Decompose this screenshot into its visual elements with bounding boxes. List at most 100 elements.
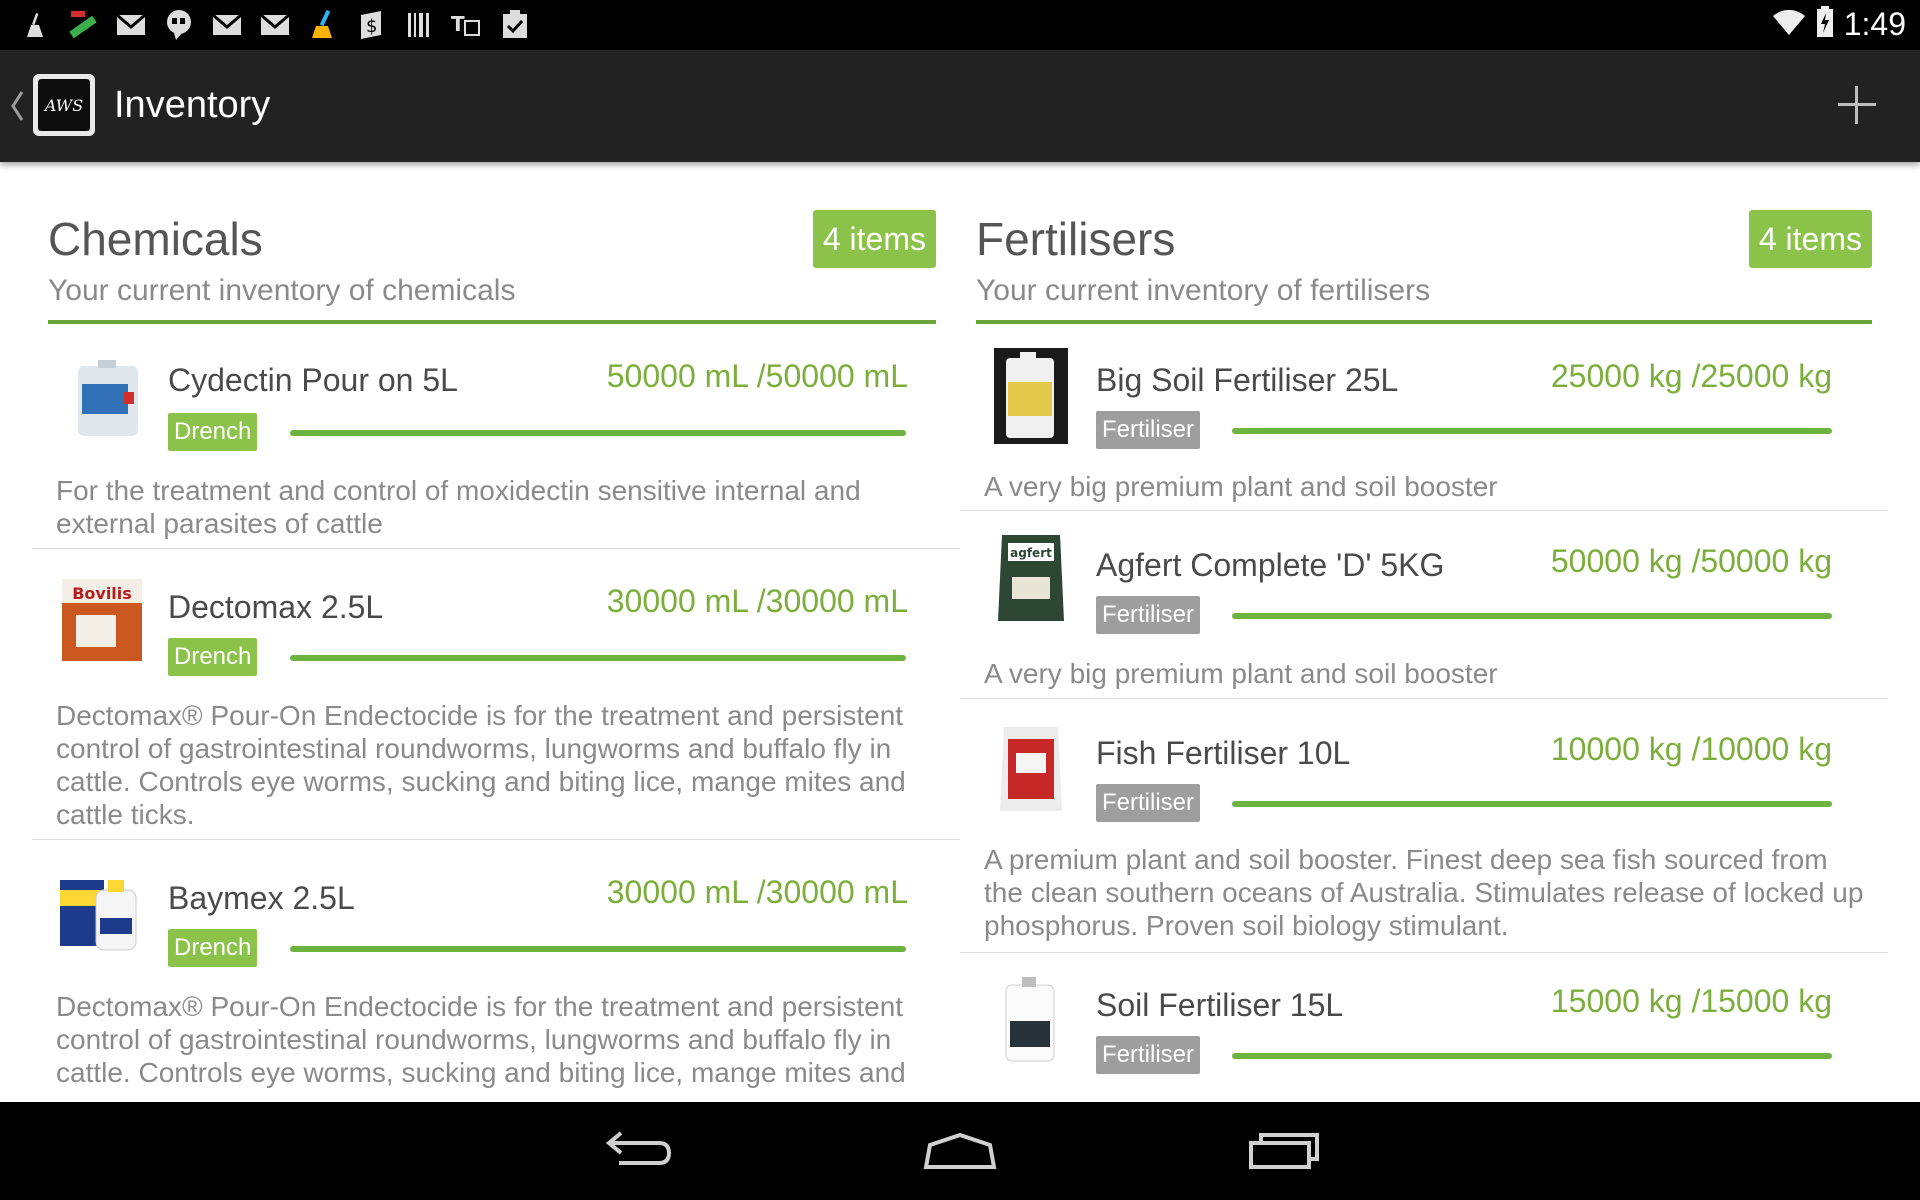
- gmail-icon: [258, 9, 292, 41]
- cleaner-icon: [306, 9, 340, 41]
- gmail-icon: [210, 9, 244, 41]
- clipboard-check-icon: [498, 9, 532, 41]
- item-count-badge: 4 items: [812, 210, 936, 268]
- product-image: agfert: [994, 529, 1068, 625]
- item-description: A premium plant and soil booster. Finest…: [984, 844, 1864, 941]
- stock-progress-fill: [290, 655, 906, 661]
- item-count-badge: 4 items: [1748, 210, 1872, 268]
- stock-progress-fill: [1232, 1053, 1832, 1059]
- section-header: Chemicals Your current inventory of chem…: [32, 162, 960, 324]
- product-image: [56, 870, 146, 966]
- section-title: Fertilisers: [976, 213, 1176, 265]
- action-bar: AWS Inventory: [0, 50, 1920, 162]
- category-tag: Fertiliser: [1096, 596, 1201, 634]
- category-tag: Fertiliser: [1096, 784, 1201, 822]
- item-description: Dectomax® Pour-On Endectocide is for the…: [56, 700, 906, 830]
- chevron-left-icon[interactable]: [8, 88, 26, 124]
- item-quantity: 30000 mL /30000 mL: [606, 583, 908, 619]
- product-image: [994, 719, 1068, 815]
- item-name: Cydectin Pour on 5L: [168, 362, 458, 398]
- item-name: Big Soil Fertiliser 25L: [1096, 362, 1399, 398]
- item-quantity: 50000 mL /50000 mL: [606, 358, 908, 394]
- category-tag: Drench: [168, 929, 258, 967]
- app-logo[interactable]: AWS: [33, 74, 95, 136]
- sweep-icon: [18, 9, 52, 41]
- system-status: 1:49: [1772, 6, 1906, 43]
- inventory-item[interactable]: Cydectin Pour on 5L 50000 mL /50000 mL D…: [32, 324, 960, 549]
- category-tag: Fertiliser: [1096, 1036, 1201, 1074]
- chemicals-section: Chemicals Your current inventory of chem…: [32, 162, 960, 1100]
- stock-progress-fill: [290, 946, 906, 952]
- stock-progress-fill: [290, 430, 906, 436]
- inventory-item[interactable]: Fish Fertiliser 10L 10000 kg /10000 kg F…: [960, 699, 1888, 953]
- app-logo-mark: AWS: [38, 79, 90, 131]
- stock-progress-fill: [1232, 428, 1832, 434]
- stock-progress-bar: [290, 946, 906, 952]
- recents-button[interactable]: [1244, 1124, 1324, 1178]
- inventory-content[interactable]: Chemicals Your current inventory of chem…: [0, 162, 1920, 1102]
- item-description: A very big premium plant and soil booste…: [984, 658, 1498, 689]
- inventory-item[interactable]: Bovilis Dectomax 2.5L 30000 mL /30000 mL…: [32, 549, 960, 840]
- page-title: Inventory: [114, 84, 271, 126]
- section-subtitle: Your current inventory of chemicals: [48, 274, 516, 307]
- battery-icon: [1816, 6, 1834, 43]
- add-icon[interactable]: [1834, 82, 1880, 128]
- hangouts-icon: [162, 9, 196, 41]
- stock-progress-fill: [1232, 801, 1832, 807]
- item-quantity: 10000 kg /10000 kg: [1550, 731, 1832, 767]
- item-quantity: 15000 kg /15000 kg: [1550, 983, 1832, 1019]
- section-subtitle: Your current inventory of fertilisers: [976, 274, 1431, 307]
- stock-progress-bar: [1232, 428, 1832, 434]
- category-tag: Drench: [168, 413, 258, 451]
- product-image: [994, 348, 1068, 444]
- recents-icon: [1249, 1133, 1319, 1169]
- notification-icons: $ T: [18, 9, 532, 41]
- item-description: Dectomax® Pour-On Endectocide is for the…: [56, 991, 906, 1088]
- home-icon: [923, 1132, 997, 1169]
- svg-text:$: $: [366, 16, 377, 37]
- stock-progress-bar: [290, 655, 906, 661]
- fail-app-icon: [66, 9, 100, 41]
- stock-progress-fill: [1232, 613, 1832, 619]
- clock: 1:49: [1843, 6, 1906, 42]
- back-button[interactable]: [596, 1124, 676, 1178]
- product-image: [1000, 975, 1060, 1071]
- inventory-item[interactable]: agfert Agfert Complete 'D' 5KG 50000 kg …: [960, 511, 1888, 699]
- item-name: Soil Fertiliser 15L: [1096, 987, 1344, 1023]
- product-image: [68, 354, 148, 450]
- item-description: For the treatment and control of moxidec…: [56, 475, 861, 539]
- item-quantity: 50000 kg /50000 kg: [1550, 543, 1832, 579]
- item-name: Baymex 2.5L: [168, 880, 355, 916]
- inventory-item[interactable]: Big Soil Fertiliser 25L 25000 kg /25000 …: [960, 324, 1888, 511]
- item-quantity: 25000 kg /25000 kg: [1550, 358, 1832, 394]
- item-quantity: 30000 mL /30000 mL: [606, 874, 908, 910]
- svg-text:agfert: agfert: [1010, 546, 1052, 560]
- barcode-icon: [402, 9, 436, 41]
- wifi-icon: [1772, 8, 1806, 41]
- gmail-icon: [114, 9, 148, 41]
- svg-text:Bovilis: Bovilis: [72, 584, 132, 603]
- item-name: Fish Fertiliser 10L: [1096, 735, 1351, 771]
- inventory-item[interactable]: Baymex 2.5L 30000 mL /30000 mL Drench De…: [32, 840, 960, 1100]
- item-description: A very big premium plant and soil booste…: [984, 471, 1498, 502]
- stock-progress-bar: [1232, 613, 1832, 619]
- stock-progress-bar: [1232, 801, 1832, 807]
- inventory-item[interactable]: Soil Fertiliser 15L 15000 kg /15000 kg F…: [960, 953, 1888, 1102]
- section-title: Chemicals: [48, 213, 263, 265]
- section-header: Fertilisers Your current inventory of fe…: [960, 162, 1888, 324]
- stock-progress-bar: [290, 430, 906, 436]
- svg-text:T: T: [451, 12, 465, 36]
- logo-text: AWS: [43, 96, 83, 115]
- fertilisers-section: Fertilisers Your current inventory of fe…: [960, 162, 1888, 1102]
- home-button[interactable]: [920, 1124, 1000, 1178]
- money-icon: $: [354, 9, 388, 41]
- item-name: Agfert Complete 'D' 5KG: [1096, 547, 1445, 583]
- translate-icon: T: [450, 9, 484, 41]
- item-name: Dectomax 2.5L: [168, 589, 384, 625]
- stock-progress-bar: [1232, 1053, 1832, 1059]
- navigation-bar: [0, 1102, 1920, 1200]
- back-icon: [605, 1131, 672, 1165]
- product-image: Bovilis: [56, 569, 148, 665]
- category-tag: Drench: [168, 638, 258, 676]
- status-bar: $ T 1:49: [0, 0, 1920, 50]
